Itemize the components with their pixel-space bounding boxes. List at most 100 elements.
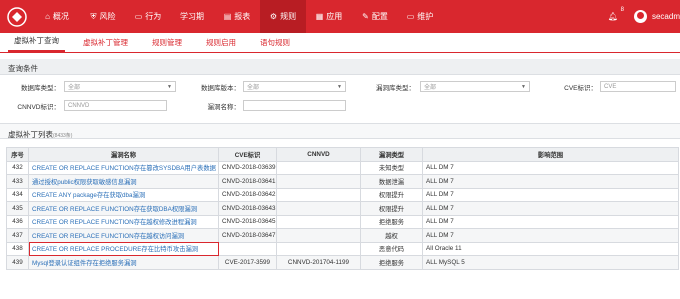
cell-no: 433 [6, 174, 29, 189]
table-row[interactable]: 437 CREATE OR REPLACE FUNCTION存在越权访问漏洞 CNV… [6, 228, 679, 243]
nav-item-0[interactable]: ⌂ 概况 [34, 0, 80, 33]
table-body: 432 CREATE OR REPLACE FUNCTION存在篡改SYSDBA用… [6, 160, 679, 270]
vuln-name-link[interactable]: CREATE OR REPLACE FUNCTION存在越权访问漏洞 [32, 233, 184, 240]
subtab-0[interactable]: 虚拟补丁查询 [8, 35, 65, 52]
vuln-name-link[interactable]: CREATE OR REPLACE FUNCTION存在篡改SYSDBA用户表数… [32, 165, 216, 172]
shield-icon: ⛨ [90, 11, 97, 21]
db-version-select[interactable]: 全部 ▼ [243, 81, 346, 92]
table-row[interactable]: 439 Mysql登录认证组件存在拒绝服务漏洞 CVE-2017-3599 CNNVD… [6, 255, 679, 270]
nav-item-label: 维护 [417, 12, 434, 21]
cell-no: 436 [6, 214, 29, 229]
nav-item-label: 学习期 [180, 12, 204, 21]
vuln-name-link[interactable]: CREATE OR REPLACE FUNCTION存在越权修改进程漏洞 [32, 219, 197, 226]
subtab-3[interactable]: 规则启用 [200, 37, 242, 52]
cell-cnnvd: CNNVD-201704-1199 [276, 255, 361, 270]
chevron-down-icon: ▼ [337, 83, 342, 90]
column-header[interactable]: 漏洞类型 [360, 147, 423, 162]
vuln-type-label: 漏洞库类型： [376, 85, 415, 92]
gear-icon: ⚙ [269, 12, 278, 21]
cell-scope: ALL MySQL 5 [422, 255, 679, 270]
list-title: 虚拟补丁列表 [8, 130, 53, 139]
table-row[interactable]: 436 CREATE OR REPLACE FUNCTION存在越权修改进程漏洞 C… [6, 214, 679, 229]
subtab-4[interactable]: 语句规则 [254, 37, 296, 52]
username[interactable]: secadm [652, 12, 680, 21]
monitor-icon: ▭ [134, 12, 143, 21]
table-row[interactable]: 438 CREATE OR REPLACE PROCEDURE存在比特币攻击漏洞 恶… [6, 241, 679, 256]
list-section-title: 虚拟补丁列表(8433条) [0, 123, 680, 139]
db-type-value: 全部 [68, 85, 81, 91]
vuln-name-link[interactable]: 通过授权public权限获取敏感信息漏洞 [32, 179, 137, 186]
logo-icon [7, 6, 27, 27]
nav-item-7[interactable]: ✎ 配置 [352, 0, 398, 33]
cell-type: 越权 [360, 228, 423, 243]
nav-item-label: 配置 [371, 12, 388, 21]
cell-cve [218, 241, 277, 256]
nav-item-6[interactable]: ▦ 应用 [306, 0, 352, 33]
cve-input[interactable]: CVE [600, 81, 676, 92]
vuln-name-input[interactable] [243, 100, 346, 111]
cell-type: 拒绝服务 [360, 214, 423, 229]
cell-cnnvd [276, 241, 361, 256]
cell-name: CREATE OR REPLACE PROCEDURE存在比特币攻击漏洞 [28, 241, 219, 256]
nav-item-label: 报表 [234, 12, 251, 21]
cve-placeholder: CVE [604, 83, 617, 90]
nav-item-4[interactable]: ▤ 报表 [214, 0, 260, 33]
subtab-1[interactable]: 虚拟补丁管理 [77, 37, 134, 52]
nav-item-3[interactable]: 学习期 [170, 0, 214, 33]
vuln-name-link[interactable]: CREATE ANY package存在获取dba漏洞 [32, 192, 145, 199]
table-row[interactable]: 434 CREATE ANY package存在获取dba漏洞 CNVD-2018-… [6, 187, 679, 202]
nav-item-8[interactable]: ▭ 维护 [398, 0, 442, 33]
chevron-down-icon: ▼ [521, 83, 526, 90]
logo[interactable] [6, 6, 28, 28]
notification-count: 8 [620, 7, 624, 13]
column-header[interactable]: CNNVD [276, 147, 361, 162]
cell-name: 通过授权public权限获取敏感信息漏洞 [28, 174, 219, 189]
db-type-select[interactable]: 全部 ▼ [64, 81, 176, 92]
cnnvd-input[interactable]: CNNVD [64, 100, 167, 111]
column-header[interactable]: CVE标识 [218, 147, 277, 162]
cell-name: CREATE ANY package存在获取dba漏洞 [28, 187, 219, 202]
main-menu: ⌂ 概况 ⛨ 风险 ▭ 行为 学习期 ▤ 报表 ⚙ 规则 ▦ 应用 ✎ 配置 ▭ 维护 [34, 0, 442, 33]
vuln-name-label: 漏洞名称： [207, 104, 241, 111]
subtab-2[interactable]: 规则管理 [146, 37, 188, 52]
cell-scope: ALL DM 7 [422, 228, 679, 243]
table-row[interactable]: 433 通过授权public权限获取敏感信息漏洞 CNVD-2018-03641 数据… [6, 174, 679, 189]
nav-item-2[interactable]: ▭ 行为 [126, 0, 170, 33]
cell-cnnvd [276, 174, 361, 189]
column-header[interactable]: 序号 [6, 147, 29, 162]
column-header[interactable]: 漏洞名称 [28, 147, 219, 162]
nav-item-label: 行为 [145, 12, 162, 21]
cell-type: 未知类型 [360, 160, 423, 175]
nav-item-5[interactable]: ⚙ 规则 [260, 0, 306, 33]
vuln-name-link[interactable]: CREATE OR REPLACE PROCEDURE存在比特币攻击漏洞 [32, 246, 198, 253]
home-icon: ⌂ [45, 12, 50, 21]
cell-scope: ALL DM 7 [422, 214, 679, 229]
table-row[interactable]: 432 CREATE OR REPLACE FUNCTION存在篡改SYSDBA用… [6, 160, 679, 175]
cell-scope: ALL DM 7 [422, 174, 679, 189]
cell-scope: ALL DM 7 [422, 201, 679, 216]
cell-name: CREATE OR REPLACE FUNCTION存在越权修改进程漏洞 [28, 214, 219, 229]
bell-icon: 🔔︎ [607, 12, 618, 21]
db-version-value: 全部 [247, 85, 260, 91]
column-header[interactable]: 影响范围 [422, 147, 679, 162]
cell-name: Mysql登录认证组件存在拒绝服务漏洞 [28, 255, 219, 270]
cell-cve: CNVD-2018-03645 [218, 214, 277, 229]
vuln-type-select[interactable]: 全部 ▼ [420, 81, 530, 92]
nav-item-label: 规则 [280, 12, 297, 21]
cell-type: 权限提升 [360, 201, 423, 216]
vuln-name-link[interactable]: Mysql登录认证组件存在拒绝服务漏洞 [32, 260, 137, 267]
nav-item-label: 概况 [52, 12, 69, 21]
db-version-label: 数据库版本： [201, 85, 240, 92]
cve-label: CVE标识： [564, 85, 597, 92]
top-nav: ⌂ 概况 ⛨ 风险 ▭ 行为 学习期 ▤ 报表 ⚙ 规则 ▦ 应用 ✎ 配置 ▭ 维护 🔔︎ 8 secadm [0, 0, 680, 33]
cell-type: 权限提升 [360, 187, 423, 202]
table-row[interactable]: 435 CREATE OR REPLACE FUNCTION存在获取DBA权限漏洞… [6, 201, 679, 216]
avatar-icon[interactable] [633, 10, 647, 23]
nav-item-1[interactable]: ⛨ 风险 [80, 0, 126, 33]
vuln-name-link[interactable]: CREATE OR REPLACE FUNCTION存在获取DBA权限漏洞 [32, 206, 197, 213]
notification-bell[interactable]: 🔔︎ 8 [607, 7, 624, 21]
cell-cve: CNVD-2018-03641 [218, 174, 277, 189]
cell-cve: CNVD-2018-03647 [218, 228, 277, 243]
cell-cve: CNVD-2018-03639 [218, 160, 277, 175]
cell-type: 拒绝服务 [360, 255, 423, 270]
